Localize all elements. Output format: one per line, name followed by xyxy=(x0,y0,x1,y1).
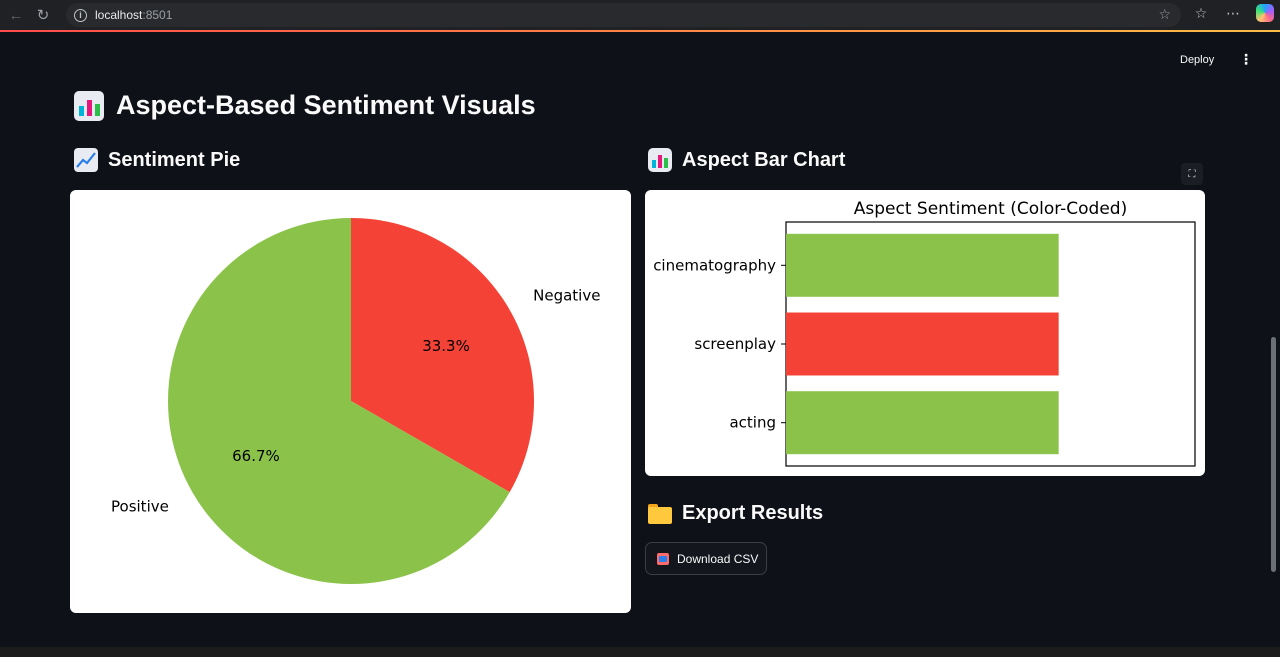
bookmark-star-icon[interactable]: ☆ xyxy=(1158,6,1171,23)
pie-section-header: Sentiment Pie xyxy=(74,148,240,172)
pie-section-title: Sentiment Pie xyxy=(108,148,241,171)
download-csv-button[interactable]: Download CSV xyxy=(645,542,767,575)
bar-cinematography xyxy=(786,233,1059,297)
page-title: Aspect-Based Sentiment Visuals xyxy=(74,90,536,121)
pie-chart-card: 33.3% Negative 66.7% Positive xyxy=(70,190,631,613)
download-icon xyxy=(657,552,669,565)
os-taskbar xyxy=(0,647,1280,657)
scrollbar[interactable] xyxy=(1271,337,1276,572)
folder-icon xyxy=(648,503,672,524)
copilot-icon[interactable] xyxy=(1256,4,1274,22)
main-menu-button[interactable]: ⋮ xyxy=(1239,51,1253,68)
url-port: :8501 xyxy=(142,8,173,22)
bar-screenplay xyxy=(786,312,1059,376)
bar-chart-icon xyxy=(648,148,672,172)
pie-percent-label: 66.7% xyxy=(232,447,280,465)
export-section-header: Export Results xyxy=(648,502,823,525)
bar-chart-title: Aspect Sentiment (Color-Coded) xyxy=(854,199,1127,219)
back-icon[interactable]: ← xyxy=(5,4,27,26)
y-tick-label: cinematography xyxy=(653,256,776,274)
site-info-icon[interactable]: i xyxy=(74,8,87,22)
streamlit-app: Deploy ⋮ Aspect-Based Sentiment Visuals … xyxy=(0,32,1280,647)
y-tick-label: acting xyxy=(729,414,776,432)
download-csv-label: Download CSV xyxy=(677,551,759,566)
deploy-button[interactable]: Deploy xyxy=(1180,54,1214,66)
more-options-icon[interactable]: ⋯ xyxy=(1224,4,1242,22)
browser-toolbar: ← ↻ i localhost:8501 ☆ ☆ ⋯ xyxy=(0,0,1280,30)
page-title-text: Aspect-Based Sentiment Visuals xyxy=(116,90,536,120)
fullscreen-button[interactable]: ⛶ xyxy=(1181,163,1203,185)
pie-percent-label: 33.3% xyxy=(422,337,470,355)
export-section-title: Export Results xyxy=(682,502,824,524)
reload-icon[interactable]: ↻ xyxy=(32,4,54,26)
pie-category-label: Negative xyxy=(533,287,600,305)
pie-category-label: Positive xyxy=(111,497,169,515)
bar-section-header: Aspect Bar Chart xyxy=(648,148,845,172)
aspect-bar-chart: Aspect Sentiment (Color-Coded) cinematogr… xyxy=(653,199,1196,467)
bar-acting xyxy=(786,391,1059,455)
bar-section-title: Aspect Bar Chart xyxy=(682,148,846,171)
url-host: localhost xyxy=(95,8,143,22)
sentiment-pie-chart: 33.3% Negative 66.7% Positive xyxy=(111,218,600,584)
y-tick-label: screenplay xyxy=(694,335,776,353)
bar-chart-card: Aspect Sentiment (Color-Coded) cinematogr… xyxy=(645,190,1205,476)
address-bar[interactable]: i localhost:8501 ☆ xyxy=(66,3,1181,27)
favorites-icon[interactable]: ☆ xyxy=(1192,4,1210,22)
trend-chart-icon xyxy=(74,148,98,172)
bar-chart-icon xyxy=(74,90,104,121)
